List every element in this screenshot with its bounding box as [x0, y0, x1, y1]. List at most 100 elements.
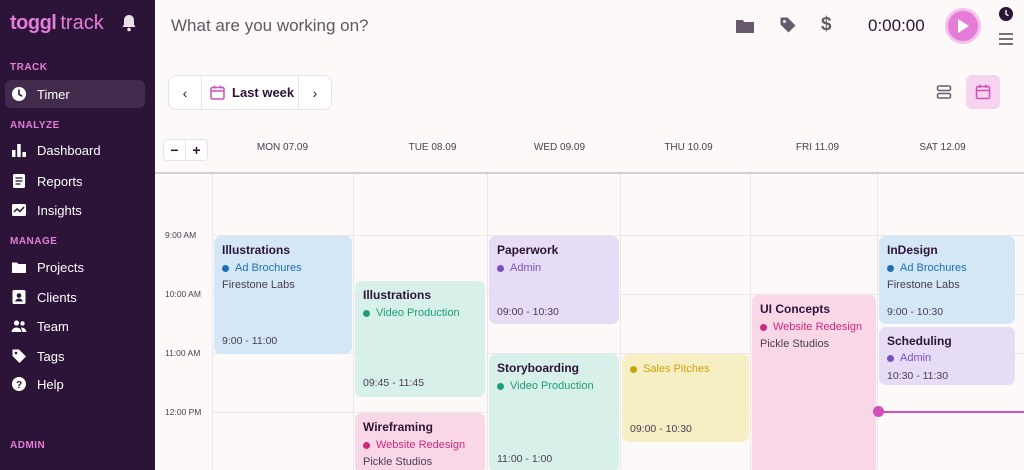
logo-brand: toggl — [10, 12, 57, 34]
sidebar-item-dashboard[interactable]: Dashboard — [5, 136, 145, 164]
entry-title: Wireframing — [363, 420, 433, 434]
sidebar-item-timer[interactable]: Timer — [5, 80, 145, 108]
next-week-button[interactable]: › — [299, 76, 331, 109]
grid-line — [212, 174, 213, 470]
day-header-wed: WED 09.09 — [533, 142, 586, 153]
help-icon: ? — [11, 376, 27, 392]
time-entry[interactable]: Paperwork Admin 09:00 - 10:30 — [489, 236, 619, 324]
hour-label: 11:00 AM — [165, 348, 201, 358]
sidebar-item-tags[interactable]: Tags — [5, 342, 145, 370]
time-entry[interactable]: UI Concepts Website Redesign Pickle Stud… — [752, 295, 876, 470]
project-color-dot — [887, 264, 894, 272]
manual-mode-icon[interactable] — [998, 32, 1014, 48]
time-entry[interactable]: Illustrations Video Production 09:45 - 1… — [355, 281, 485, 397]
time-entry[interactable]: Scheduling Admin 10:30 - 11:30 — [879, 327, 1015, 385]
section-admin: ADMIN — [10, 440, 46, 451]
week-range-selector[interactable]: Last week — [201, 76, 299, 109]
zoom-control: − + — [163, 139, 208, 161]
tag-icon[interactable] — [779, 16, 799, 36]
tag-icon — [11, 348, 27, 364]
insights-icon — [11, 202, 27, 218]
time-entry[interactable]: Storyboarding Video Production 11:00 - 1… — [489, 354, 619, 470]
grid-line — [877, 174, 878, 470]
entry-title: InDesign — [887, 243, 938, 257]
header-divider — [155, 172, 1024, 174]
entry-project: Video Production — [497, 380, 611, 392]
entry-client: Firestone Labs — [222, 279, 295, 291]
entry-title: UI Concepts — [760, 302, 831, 316]
sidebar-item-insights[interactable]: Insights — [5, 196, 145, 224]
sidebar-item-help[interactable]: ? Help — [5, 370, 145, 398]
folder-icon[interactable] — [735, 16, 755, 36]
time-entry[interactable]: Sales Pitches 09:00 - 10:30 — [622, 354, 749, 442]
entry-client: Pickle Studios — [363, 456, 433, 468]
list-view-button[interactable] — [927, 75, 961, 109]
client-icon — [11, 289, 27, 305]
entry-title: Storyboarding — [497, 361, 580, 375]
grid-line — [353, 174, 354, 470]
project-color-dot — [222, 264, 229, 272]
sidebar: toggl track TRACK Timer ANALYZE Dashboar… — [0, 0, 155, 470]
play-icon — [958, 19, 969, 33]
sidebar-item-label: Insights — [37, 202, 82, 218]
timer-bar: What are you working on? $ 0:00:00 — [155, 0, 1024, 56]
entry-time: 09:45 - 11:45 — [363, 377, 425, 389]
description-input[interactable]: What are you working on? — [171, 16, 369, 36]
start-timer-button[interactable] — [945, 8, 981, 44]
day-header-sat: SAT 12.09 — [919, 142, 966, 153]
sidebar-item-label: Team — [37, 318, 69, 334]
entry-time: 9:00 - 11:00 — [222, 335, 278, 347]
calendar-view-icon — [975, 84, 991, 100]
week-label: Last week — [232, 85, 295, 100]
sidebar-item-projects[interactable]: Projects — [5, 253, 145, 281]
grid-line — [750, 174, 751, 470]
section-analyze: ANALYZE — [10, 120, 60, 131]
entry-title: Scheduling — [887, 334, 952, 348]
current-time-line — [878, 411, 1024, 413]
entry-time: 10:30 - 11:30 — [887, 370, 949, 382]
sidebar-item-label: Tags — [37, 348, 65, 364]
entry-time: 9:00 - 10:30 — [887, 306, 944, 318]
sidebar-item-reports[interactable]: Reports — [5, 167, 145, 195]
day-header-fri: FRI 11.09 — [795, 142, 840, 153]
entry-project: Website Redesign — [363, 439, 477, 451]
hour-label: 12:00 PM — [165, 407, 202, 417]
list-view-icon — [936, 85, 952, 99]
section-track: TRACK — [10, 62, 48, 73]
day-header-mon: MON 07.09 — [256, 142, 309, 153]
logo-product: track — [60, 12, 104, 34]
team-icon — [11, 318, 27, 334]
document-icon — [11, 173, 27, 189]
project-color-dot — [363, 441, 370, 449]
grid-line — [620, 174, 621, 470]
sidebar-item-label: Timer — [37, 86, 70, 102]
entry-title: Paperwork — [497, 243, 559, 257]
entry-project: Ad Brochures — [887, 262, 1007, 274]
entry-project: Ad Brochures — [222, 262, 344, 274]
entry-time: 09:00 - 10:30 — [630, 423, 692, 435]
clock-icon — [11, 86, 27, 102]
entry-project: Admin — [887, 352, 1007, 364]
timer-display: 0:00:00 — [868, 16, 925, 35]
bar-chart-icon — [11, 142, 27, 158]
timer-mode-icon[interactable] — [998, 6, 1014, 22]
entry-client: Pickle Studios — [760, 338, 830, 350]
project-color-dot — [887, 354, 894, 362]
sidebar-item-clients[interactable]: Clients — [5, 283, 145, 311]
week-calendar: − + MON 07.09 TUE 08.09 WED 09.09 THU 10… — [155, 128, 1024, 470]
entry-project: Sales Pitches — [630, 363, 741, 375]
entry-project: Video Production — [363, 307, 477, 319]
zoom-in-button[interactable]: + — [186, 140, 207, 160]
day-header-tue: TUE 08.09 — [408, 142, 457, 153]
logo[interactable]: toggl track — [10, 12, 104, 35]
time-entry[interactable]: Illustrations Ad Brochures Firestone Lab… — [214, 236, 352, 354]
bell-icon[interactable] — [121, 14, 139, 32]
entry-project: Admin — [497, 262, 611, 274]
calendar-view-button[interactable] — [966, 75, 1000, 109]
time-entry[interactable]: InDesign Ad Brochures Firestone Labs 9:0… — [879, 236, 1015, 324]
previous-week-button[interactable]: ‹ — [169, 76, 201, 109]
zoom-out-button[interactable]: − — [164, 140, 186, 160]
time-entry[interactable]: Wireframing Website Redesign Pickle Stud… — [355, 413, 485, 470]
billable-dollar-icon[interactable]: $ — [821, 14, 841, 35]
sidebar-item-team[interactable]: Team — [5, 312, 145, 340]
